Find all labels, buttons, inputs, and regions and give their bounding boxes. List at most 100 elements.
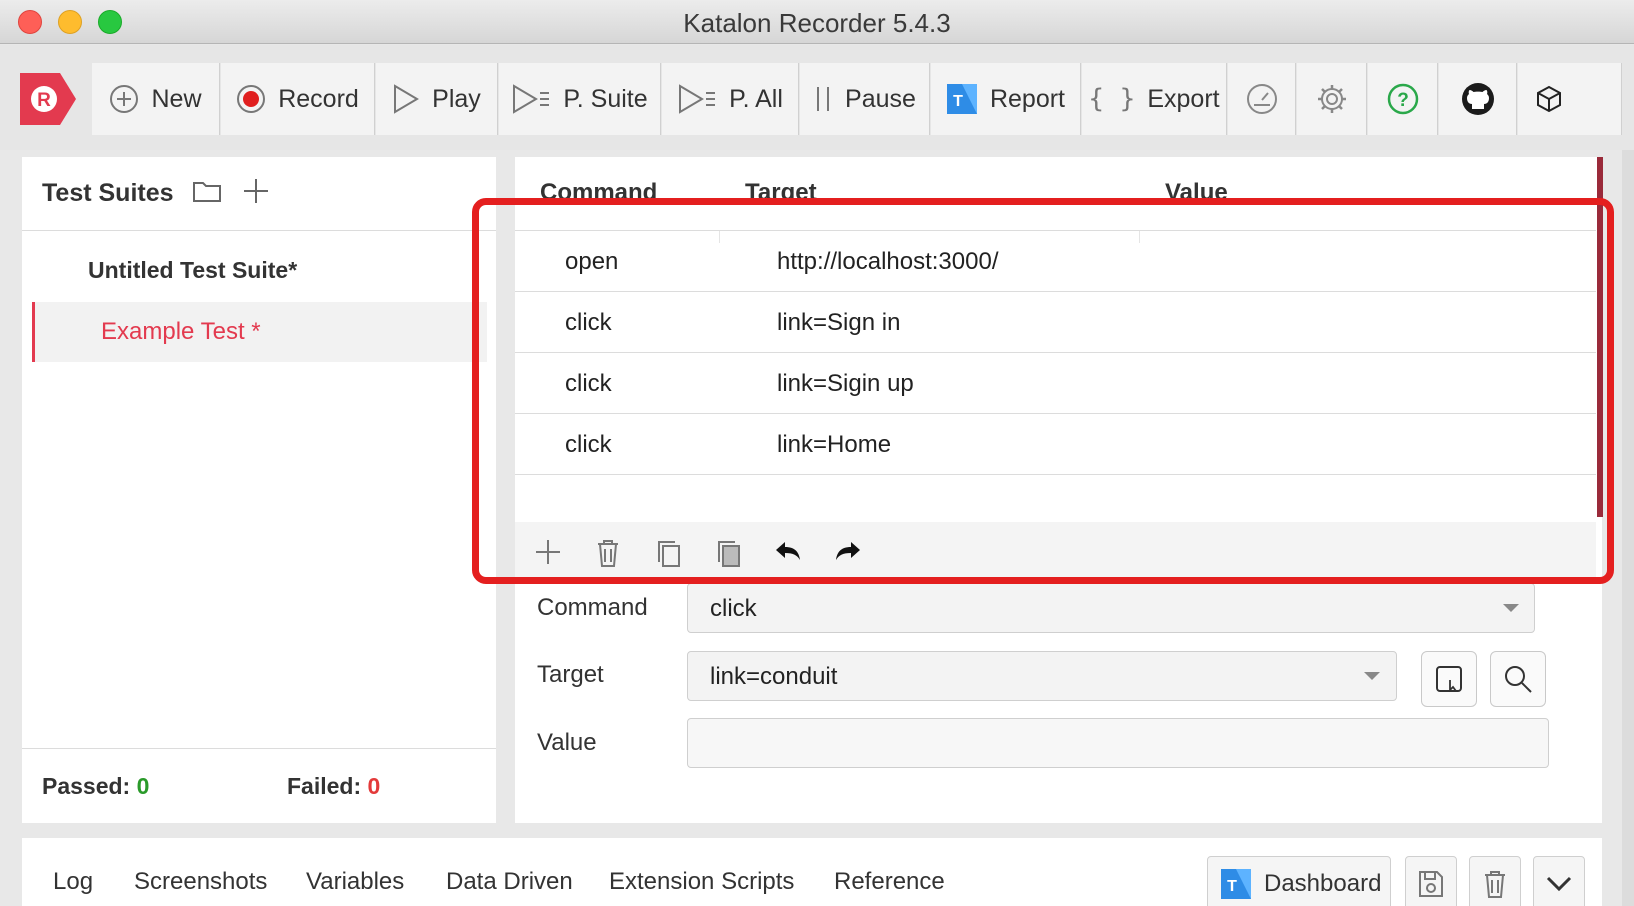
add-command-icon[interactable] — [534, 538, 562, 566]
pause-button-label: Pause — [845, 84, 916, 113]
header-value: Value — [1165, 179, 1228, 206]
record-button[interactable]: Record — [221, 63, 375, 135]
paste-icon[interactable] — [715, 538, 741, 568]
command-row[interactable]: click link=Home — [515, 415, 1596, 475]
undo-icon[interactable] — [773, 538, 803, 564]
chevron-down-icon — [1503, 604, 1519, 612]
toolbar: R New Record Play P. Suite P. All Pause … — [0, 45, 1634, 150]
testops-icon: T — [1221, 869, 1251, 899]
trash-icon — [1485, 871, 1505, 898]
cube-icon — [1537, 85, 1561, 113]
tab-extension-scripts[interactable]: Extension Scripts — [609, 868, 794, 896]
speed-button[interactable] — [1228, 63, 1296, 135]
command-label: Command — [537, 594, 648, 621]
command-select[interactable]: click — [687, 583, 1535, 633]
passed-count: Passed: 0 — [42, 773, 149, 800]
copy-icon[interactable] — [655, 538, 681, 568]
failed-value: 0 — [367, 773, 381, 799]
tab-reference[interactable]: Reference — [834, 868, 945, 896]
select-element-button[interactable] — [1421, 651, 1477, 707]
bottom-panel-tabs: Log Screenshots Variables Data Driven Ex… — [22, 838, 1602, 906]
play-suite-button-label: P. Suite — [563, 84, 648, 113]
add-suite-icon[interactable] — [242, 177, 270, 205]
tab-data-driven[interactable]: Data Driven — [446, 868, 573, 896]
katalon-logo: R — [20, 73, 76, 125]
grid-scrollbar[interactable] — [1597, 157, 1603, 517]
tab-variables[interactable]: Variables — [306, 868, 404, 896]
braces-icon: { } — [1088, 84, 1136, 114]
svg-text:T: T — [953, 93, 963, 110]
trash-icon[interactable] — [595, 538, 621, 568]
row-target: link=Home — [777, 431, 892, 458]
speedometer-icon — [1246, 84, 1277, 114]
collapse-panel-button[interactable] — [1533, 856, 1585, 906]
tab-log[interactable]: Log — [53, 868, 93, 896]
record-icon — [237, 85, 266, 113]
export-button[interactable]: { } Export — [1082, 63, 1227, 135]
find-element-button[interactable] — [1490, 651, 1546, 707]
test-case-item[interactable]: Example Test * — [32, 302, 487, 362]
clear-log-button[interactable] — [1469, 856, 1521, 906]
play-suite-button[interactable]: P. Suite — [499, 63, 661, 135]
report-button[interactable]: T Report — [931, 63, 1081, 135]
command-value: click — [710, 595, 757, 622]
header-target: Target — [745, 179, 817, 206]
help-button[interactable]: ? — [1368, 63, 1438, 135]
grid-toolbar — [515, 522, 1596, 582]
new-button[interactable]: New — [92, 63, 220, 135]
github-icon — [1461, 83, 1494, 115]
svg-text:T: T — [1227, 878, 1237, 895]
folder-icon[interactable] — [192, 179, 222, 203]
github-button[interactable] — [1439, 63, 1517, 135]
report-button-label: Report — [989, 84, 1066, 113]
pause-button[interactable]: Pause — [800, 63, 930, 135]
failed-label: Failed: — [287, 773, 362, 799]
play-button-label: Play — [432, 84, 481, 113]
play-button[interactable]: Play — [376, 63, 498, 135]
gear-icon — [1317, 85, 1346, 113]
target-label: Target — [537, 661, 604, 688]
command-row[interactable]: click link=Sign in — [515, 293, 1596, 353]
test-case-name: Example Test * — [101, 318, 261, 345]
chevron-down-icon — [1546, 876, 1572, 892]
test-suite-name[interactable]: Untitled Test Suite* — [88, 257, 297, 284]
row-target: link=Sigin up — [777, 370, 914, 397]
redo-icon[interactable] — [833, 538, 863, 564]
row-target: link=Sign in — [777, 309, 901, 336]
settings-button[interactable] — [1297, 63, 1367, 135]
suite-menu-icon[interactable]: ⋮ — [464, 251, 486, 273]
test-suites-header: Test Suites — [22, 157, 496, 231]
save-log-button[interactable] — [1405, 856, 1457, 906]
header-command: Command — [540, 179, 658, 206]
row-command: click — [565, 431, 612, 458]
command-row[interactable]: open http://localhost:3000/ — [515, 232, 1596, 292]
command-grid-header: Command Target Value — [515, 157, 1596, 231]
help-icon: ? — [1387, 83, 1418, 115]
title-bar: Katalon Recorder 5.4.3 — [0, 0, 1634, 44]
row-command: click — [565, 370, 612, 397]
extension-button[interactable] — [1518, 63, 1622, 135]
results-footer: Passed: 0 Failed: 0 — [22, 748, 496, 823]
row-command: open — [565, 248, 619, 275]
value-input[interactable] — [687, 718, 1549, 768]
record-button-label: Record — [278, 84, 359, 113]
play-all-button[interactable]: P. All — [662, 63, 799, 135]
select-target-icon — [1436, 666, 1462, 693]
dashboard-button[interactable]: T Dashboard — [1207, 856, 1391, 906]
dashboard-label: Dashboard — [1264, 870, 1382, 897]
value-label: Value — [537, 729, 597, 756]
target-value: link=conduit — [710, 663, 838, 690]
svg-text:?: ? — [1397, 90, 1409, 111]
tab-screenshots[interactable]: Screenshots — [134, 868, 267, 896]
export-button-label: Export — [1147, 84, 1220, 113]
target-select[interactable]: link=conduit — [687, 651, 1397, 701]
test-suites-panel: Test Suites Untitled Test Suite* ⋮ Examp… — [22, 157, 496, 823]
play-suite-icon — [513, 84, 550, 114]
command-row[interactable]: click link=Sigin up — [515, 354, 1596, 414]
window-edge — [1622, 150, 1634, 906]
new-button-label: New — [151, 84, 202, 113]
play-icon — [394, 84, 420, 114]
save-icon — [1419, 871, 1443, 897]
logo-letter: R — [37, 90, 51, 111]
failed-count: Failed: 0 — [287, 773, 380, 800]
